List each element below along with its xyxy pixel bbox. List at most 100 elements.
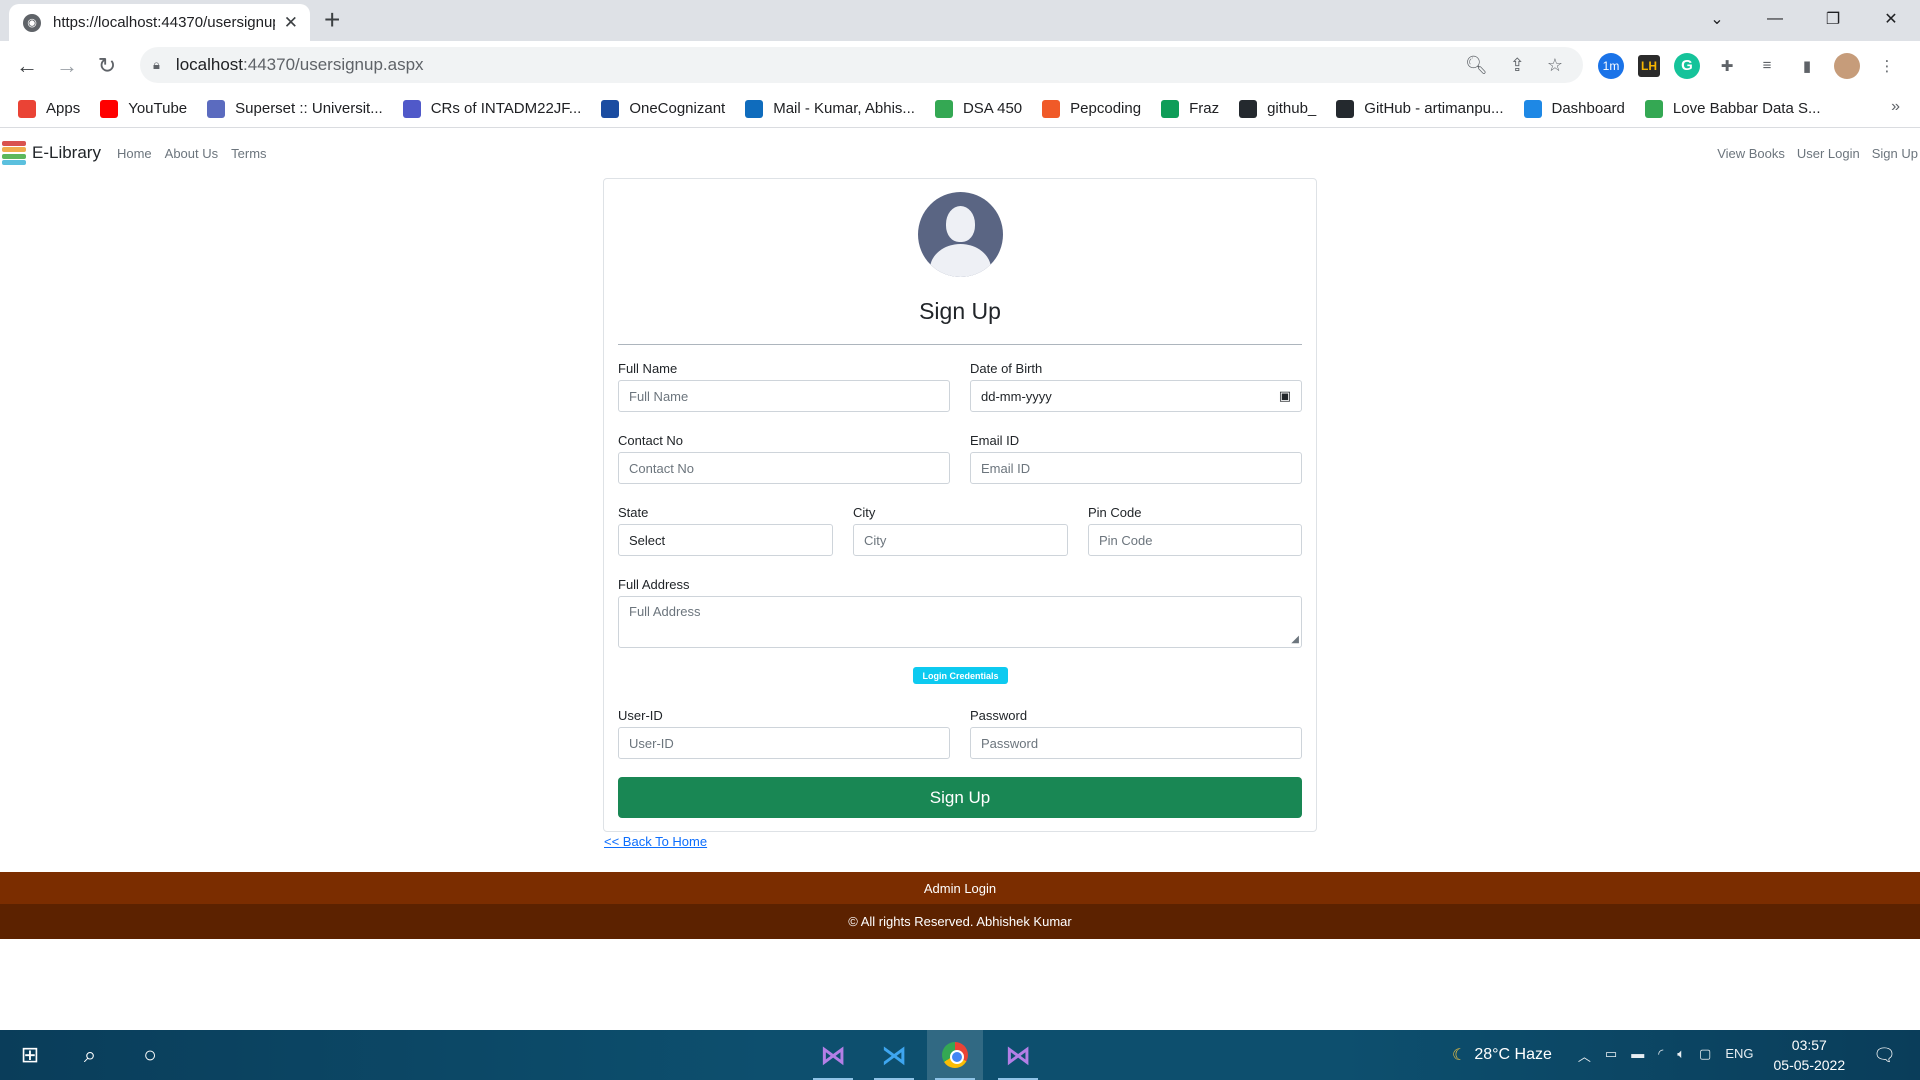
omnibox-actions: 🔍︎ ⇪ ☆ [1465, 47, 1563, 83]
password-input[interactable]: Password [970, 727, 1302, 759]
pin-input[interactable]: Pin Code [1088, 524, 1302, 556]
new-tab-button[interactable]: + [324, 6, 340, 34]
bookmark-label: Mail - Kumar, Abhis... [773, 100, 915, 117]
share-icon[interactable]: ⇪ [1510, 55, 1525, 76]
email-input[interactable]: Email ID [970, 452, 1302, 484]
brand[interactable]: E-Library [2, 140, 101, 166]
reading-list-icon[interactable]: ≡ [1754, 53, 1780, 79]
bookmark-item[interactable]: YouTube [100, 99, 187, 118]
forward-button[interactable]: → [47, 53, 87, 79]
nav-link-user-login[interactable]: User Login [1797, 146, 1860, 161]
youtube-icon [100, 99, 119, 118]
resize-grip-icon[interactable]: ◢ [1291, 634, 1299, 645]
dob-label: Date of Birth [970, 361, 1043, 376]
dob-input[interactable]: dd-mm-yyyy ▣ [970, 380, 1302, 412]
bookmark-item[interactable]: github_ [1239, 99, 1316, 118]
browser-tab[interactable]: ◉ https://localhost:44370/usersignup ✕ [9, 4, 310, 41]
visual-studio-2-icon[interactable]: ⋈ [990, 1030, 1046, 1080]
bookmarks-bar: Apps YouTube Superset :: Universit... CRs o… [0, 90, 1920, 128]
bookmark-item[interactable]: Pepcoding [1042, 99, 1141, 118]
close-icon[interactable]: ✕ [284, 13, 298, 33]
back-to-home-link[interactable]: << Back To Home [604, 834, 707, 849]
back-button[interactable]: ← [7, 53, 47, 79]
nav-link-view-books[interactable]: View Books [1717, 146, 1785, 161]
close-window-button[interactable]: ✕ [1862, 9, 1920, 29]
nav-link-home[interactable]: Home [117, 146, 152, 161]
bookmark-star-icon[interactable]: ☆ [1547, 55, 1563, 76]
bookmark-label: Superset :: Universit... [235, 100, 383, 117]
bookmark-item[interactable]: Mail - Kumar, Abhis... [745, 99, 915, 118]
state-select[interactable]: Select [618, 524, 833, 556]
extension-badge-icon[interactable]: 1m [1598, 52, 1624, 79]
weather-moon-icon: ☾ [1451, 1047, 1467, 1064]
email-group: Email ID Email ID [970, 433, 1302, 484]
address-bar[interactable]: 🔒︎ localhost:44370/usersignup.aspx 🔍︎ ⇪ … [140, 47, 1583, 83]
drive-icon [934, 99, 953, 118]
cortana-icon[interactable]: ○ [122, 1030, 178, 1080]
bookmark-item[interactable]: DSA 450 [934, 99, 1023, 118]
wifi-icon[interactable]: ◜ [1658, 1046, 1663, 1065]
restore-button[interactable]: ❐ [1804, 9, 1862, 29]
nav-link-sign-up[interactable]: Sign Up [1872, 146, 1918, 161]
calendar-icon[interactable]: ▣ [1279, 388, 1291, 404]
zoom-icon[interactable]: 🔍︎ [1465, 55, 1488, 76]
cast-icon[interactable]: ▢ [1699, 1046, 1711, 1065]
extensions-area: 1m LH G ✚ ≡ ▮ ⋮ [1598, 41, 1900, 90]
bookmark-item[interactable]: Love Babbar Data S... [1644, 99, 1820, 118]
outlook-icon [745, 99, 764, 118]
weather-widget[interactable]: ☾ 28°C Haze [1452, 1045, 1552, 1065]
vscode-icon[interactable]: ⋊ [866, 1030, 922, 1080]
visual-studio-icon[interactable]: ⋈ [805, 1030, 861, 1080]
lighthouse-extension-icon[interactable]: LH [1638, 54, 1660, 77]
language-indicator[interactable]: ENG [1725, 1046, 1753, 1065]
bookmark-item[interactable]: OneCognizant [601, 99, 725, 118]
nav-link-terms[interactable]: Terms [231, 146, 266, 161]
lock-icon[interactable]: 🔒︎ [153, 57, 160, 73]
city-input[interactable]: City [853, 524, 1068, 556]
bookmark-label: DSA 450 [962, 100, 1023, 117]
brand-name: E-Library [32, 143, 101, 162]
bookmarks-overflow-icon[interactable]: » [1891, 98, 1900, 116]
bookmark-item[interactable]: Apps [18, 99, 80, 118]
battery-icon[interactable]: ▬ [1631, 1046, 1644, 1065]
puzzle-extensions-icon[interactable]: ✚ [1714, 53, 1740, 79]
reload-button[interactable]: ↻ [87, 53, 127, 79]
clock[interactable]: 03:57 05-05-2022 [1774, 1035, 1846, 1075]
search-icon[interactable]: ⌕ [62, 1030, 118, 1080]
nav-link-about-us[interactable]: About Us [165, 146, 218, 161]
contact-input[interactable]: Contact No [618, 452, 950, 484]
bookmark-item[interactable]: CRs of INTADM22JF... [402, 99, 581, 118]
volume-icon[interactable]: 🔈︎ [1677, 1046, 1685, 1065]
address-placeholder: Full Address [629, 604, 701, 619]
tab-search-icon[interactable]: ⌄ [1688, 9, 1746, 29]
browser-tab-strip: ◉ https://localhost:44370/usersignup ✕ +… [0, 0, 1920, 41]
contact-label: Contact No [618, 433, 684, 448]
bookmark-item[interactable]: Superset :: Universit... [207, 99, 383, 118]
menu-kebab-icon[interactable]: ⋮ [1874, 53, 1900, 79]
chevron-up-icon[interactable]: ︿ [1578, 1046, 1591, 1065]
city-group: City City [853, 505, 1068, 556]
bookmark-item[interactable]: Dashboard [1523, 99, 1625, 118]
full-name-input[interactable]: Full Name [618, 380, 950, 412]
meet-now-icon[interactable]: ▭ [1605, 1046, 1617, 1065]
side-panel-icon[interactable]: ▮ [1794, 53, 1820, 79]
profile-avatar-icon[interactable] [1834, 52, 1860, 79]
chrome-taskbar-icon[interactable] [927, 1030, 983, 1080]
user-id-label: User-ID [618, 708, 663, 723]
notification-icon[interactable]: 🗨︎ [1873, 1045, 1896, 1066]
admin-login-link[interactable]: Admin Login [924, 881, 996, 896]
address-textarea[interactable]: Full Address ◢ [618, 596, 1302, 648]
clock-time: 03:57 [1791, 1037, 1827, 1053]
state-label: State [618, 505, 649, 520]
bookmark-item[interactable]: Fraz [1161, 99, 1219, 118]
user-id-input[interactable]: User-ID [618, 727, 950, 759]
windows-start-icon[interactable]: ⊞ [2, 1030, 58, 1080]
system-tray: ☾ 28°C Haze ︿ ▭ ▬ ◜ 🔈︎ ▢ ENG 03:57 05-05… [1452, 1030, 1920, 1080]
pin-label: Pin Code [1088, 505, 1142, 520]
minimize-button[interactable]: — [1746, 10, 1804, 28]
clock-date: 05-05-2022 [1773, 1057, 1846, 1073]
github-icon [1336, 99, 1355, 118]
signup-button[interactable]: Sign Up [618, 777, 1302, 818]
grammarly-icon[interactable]: G [1674, 52, 1700, 79]
bookmark-item[interactable]: GitHub - artimanpu... [1336, 99, 1504, 118]
